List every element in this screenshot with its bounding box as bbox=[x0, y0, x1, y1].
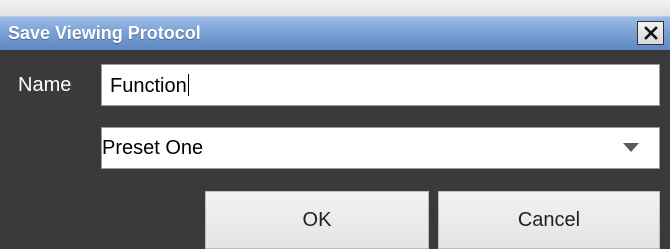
chevron-down-icon[interactable] bbox=[623, 143, 639, 152]
ok-button[interactable]: OK bbox=[205, 191, 429, 249]
close-button[interactable] bbox=[637, 21, 664, 45]
protocol-dropdown-value: Preset One bbox=[102, 137, 204, 159]
dialog-titlebar[interactable]: Save Viewing Protocol bbox=[0, 16, 670, 50]
close-icon bbox=[643, 26, 658, 40]
save-viewing-protocol-dialog: Save Viewing Protocol Name Function Pres… bbox=[0, 0, 670, 249]
text-caret bbox=[187, 74, 189, 96]
name-label: Name bbox=[18, 74, 72, 96]
name-input-value: Function bbox=[110, 75, 187, 97]
name-input[interactable]: Function bbox=[101, 64, 660, 106]
cancel-button[interactable]: Cancel bbox=[438, 191, 660, 249]
dialog-body: Name Function Preset One OK Cancel bbox=[0, 50, 670, 249]
protocol-dropdown[interactable]: Preset One bbox=[101, 127, 660, 169]
background-strip bbox=[0, 0, 670, 16]
dialog-title: Save Viewing Protocol bbox=[8, 23, 201, 43]
